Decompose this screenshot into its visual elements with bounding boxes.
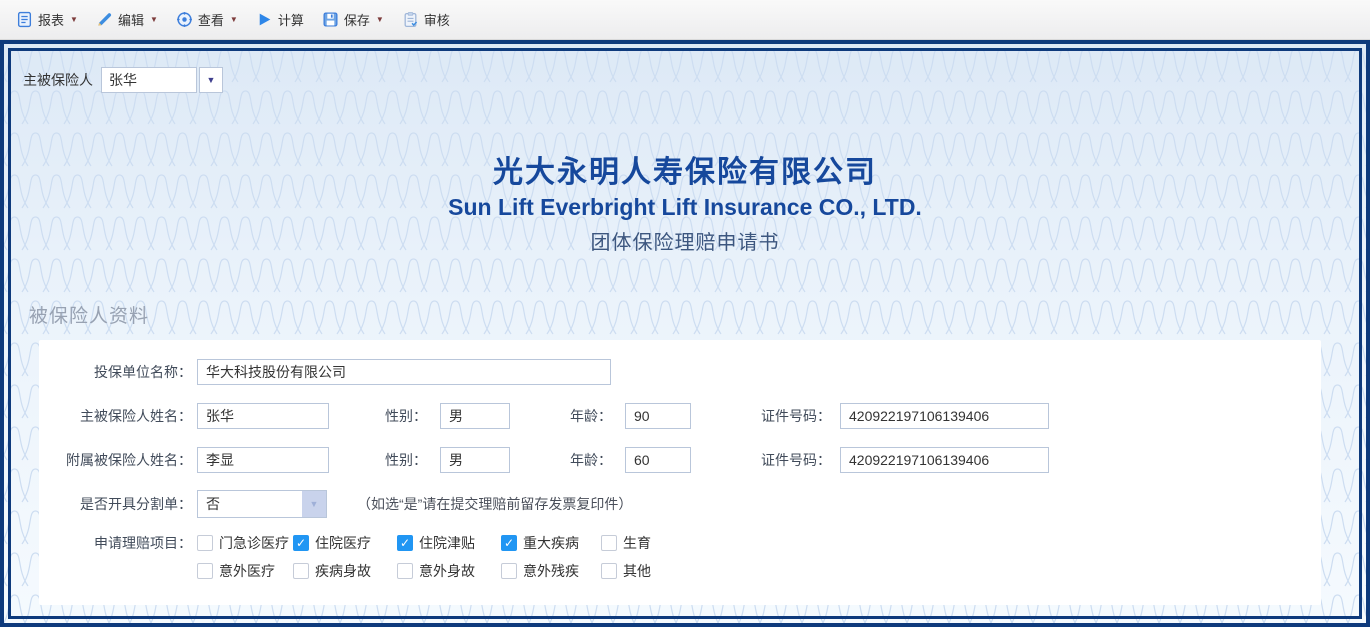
checkbox-outpatient-emergency[interactable]: 门急诊医疗 xyxy=(197,530,293,556)
split-bill-label: 是否开具分割单： xyxy=(39,494,197,514)
checkbox-icon xyxy=(601,535,617,551)
toolbar-audit-label: 审核 xyxy=(424,10,450,29)
sub-insured-row: 附属被保险人姓名： 李显 性别： 男 年龄： 60 证件号码： 42092219… xyxy=(39,438,1321,482)
main-insured-age-label: 年龄： xyxy=(570,406,612,426)
toolbar-edit-button[interactable]: 编辑 ▼ xyxy=(90,7,164,32)
sub-insured-gender-input[interactable]: 男 xyxy=(440,447,510,473)
sub-insured-id-label: 证件号码： xyxy=(761,450,831,470)
toolbar-calculate-button[interactable]: 计算 xyxy=(250,7,310,32)
section-title-insured-info: 被保险人资料 xyxy=(29,301,149,328)
checkbox-accidental-disability[interactable]: 意外残疾 xyxy=(501,558,601,584)
checkbox-other[interactable]: 其他 xyxy=(601,558,681,584)
checkbox-icon xyxy=(501,563,517,579)
insured-info-panel: 投保单位名称： 华大科技股份有限公司 主被保险人姓名： 张华 性别： 男 年龄：… xyxy=(39,340,1321,605)
split-bill-select[interactable]: 否 ▼ xyxy=(197,490,327,518)
main-insured-select-label: 主被保险人 xyxy=(23,70,93,90)
checkbox-hospitalization-medical[interactable]: 住院医疗 xyxy=(293,530,397,556)
split-bill-row: 是否开具分割单： 否 ▼ （如选“是”请在提交理赔前留存发票复印件） xyxy=(39,482,1321,526)
caret-down-icon: ▼ xyxy=(150,15,158,24)
toolbar: 报表 ▼ 编辑 ▼ 查看 ▼ 计算 保存 ▼ 审核 xyxy=(0,0,1370,40)
main-insured-age-input[interactable]: 90 xyxy=(625,403,691,429)
company-name-input[interactable]: 华大科技股份有限公司 xyxy=(197,359,611,385)
report-icon xyxy=(16,11,33,28)
checkbox-hospitalization-allowance[interactable]: 住院津贴 xyxy=(397,530,501,556)
checkbox-accident-medical[interactable]: 意外医疗 xyxy=(197,558,293,584)
sub-insured-name-input[interactable]: 李显 xyxy=(197,447,329,473)
split-bill-select-value: 否 xyxy=(198,491,302,517)
toolbar-calculate-label: 计算 xyxy=(278,10,304,29)
main-insured-name-input[interactable]: 张华 xyxy=(197,403,329,429)
chevron-down-icon: ▼ xyxy=(310,499,319,509)
checkbox-icon xyxy=(293,535,309,551)
audit-icon xyxy=(402,11,419,28)
toolbar-audit-button[interactable]: 审核 xyxy=(396,7,456,32)
view-icon xyxy=(176,11,193,28)
sub-insured-gender-label: 性别： xyxy=(385,450,427,470)
checkbox-icon xyxy=(197,563,213,579)
company-name-cn: 光大永明人寿保险有限公司 xyxy=(11,147,1359,191)
main-frame: 主被保险人 张华 ▼ 光大永明人寿保险有限公司 Sun Lift Everbri… xyxy=(0,40,1370,627)
toolbar-view-button[interactable]: 查看 ▼ xyxy=(170,7,244,32)
main-insured-id-label: 证件号码： xyxy=(761,406,831,426)
toolbar-report-label: 报表 xyxy=(38,10,64,29)
claim-items-grid: 门急诊医疗 住院医疗 住院津贴 重大疾病 生育 xyxy=(197,530,681,584)
main-insured-gender-input[interactable]: 男 xyxy=(440,403,510,429)
main-insured-row: 主被保险人姓名： 张华 性别： 男 年龄： 90 证件号码： 420922197… xyxy=(39,394,1321,438)
main-insured-select-value: 张华 xyxy=(109,70,137,90)
main-insured-select[interactable]: 张华 xyxy=(101,67,197,93)
document-header: 光大永明人寿保险有限公司 Sun Lift Everbright Lift In… xyxy=(11,147,1359,255)
caret-down-icon: ▼ xyxy=(230,15,238,24)
company-name-en: Sun Lift Everbright Lift Insurance CO., … xyxy=(11,194,1359,221)
toolbar-edit-label: 编辑 xyxy=(118,10,144,29)
sub-insured-age-input[interactable]: 60 xyxy=(625,447,691,473)
sub-insured-age-label: 年龄： xyxy=(570,450,612,470)
toolbar-report-button[interactable]: 报表 ▼ xyxy=(10,7,84,32)
inner-frame: 主被保险人 张华 ▼ 光大永明人寿保险有限公司 Sun Lift Everbri… xyxy=(8,48,1362,619)
chevron-down-icon: ▼ xyxy=(207,75,216,85)
checkbox-accidental-death[interactable]: 意外身故 xyxy=(397,558,501,584)
split-bill-note: （如选“是”请在提交理赔前留存发票复印件） xyxy=(357,494,632,514)
company-name-label: 投保单位名称： xyxy=(39,362,197,382)
checkbox-icon xyxy=(293,563,309,579)
sub-insured-name-label: 附属被保险人姓名： xyxy=(39,450,197,470)
form-title: 团体保险理赔申请书 xyxy=(11,226,1359,255)
main-insured-gender-label: 性别： xyxy=(385,406,427,426)
checkbox-icon xyxy=(397,563,413,579)
caret-down-icon: ▼ xyxy=(376,15,384,24)
main-insured-selector-row: 主被保险人 张华 ▼ xyxy=(23,67,223,93)
main-insured-select-dropdown-button[interactable]: ▼ xyxy=(199,67,223,93)
main-insured-name-label: 主被保险人姓名： xyxy=(39,406,197,426)
company-name-value: 华大科技股份有限公司 xyxy=(206,362,346,382)
form-page: 主被保险人 张华 ▼ 光大永明人寿保险有限公司 Sun Lift Everbri… xyxy=(11,51,1359,616)
checkbox-icon xyxy=(197,535,213,551)
claim-items-row: 申请理赔项目： 门急诊医疗 住院医疗 住院津贴 重大疾病 xyxy=(39,530,1321,584)
caret-down-icon: ▼ xyxy=(70,15,78,24)
checkbox-maternity[interactable]: 生育 xyxy=(601,530,681,556)
main-insured-id-input[interactable]: 420922197106139406 xyxy=(840,403,1049,429)
split-bill-select-dropdown-button[interactable]: ▼ xyxy=(302,491,326,517)
checkbox-death-by-illness[interactable]: 疾病身故 xyxy=(293,558,397,584)
calculate-icon xyxy=(256,11,273,28)
checkbox-icon xyxy=(501,535,517,551)
toolbar-view-label: 查看 xyxy=(198,10,224,29)
edit-icon xyxy=(96,11,113,28)
save-icon xyxy=(322,11,339,28)
checkbox-icon xyxy=(601,563,617,579)
checkbox-icon xyxy=(397,535,413,551)
sub-insured-id-input[interactable]: 420922197106139406 xyxy=(840,447,1049,473)
toolbar-save-button[interactable]: 保存 ▼ xyxy=(316,7,390,32)
company-name-row: 投保单位名称： 华大科技股份有限公司 xyxy=(39,350,1321,394)
toolbar-save-label: 保存 xyxy=(344,10,370,29)
claim-items-label: 申请理赔项目： xyxy=(39,530,197,556)
checkbox-critical-illness[interactable]: 重大疾病 xyxy=(501,530,601,556)
